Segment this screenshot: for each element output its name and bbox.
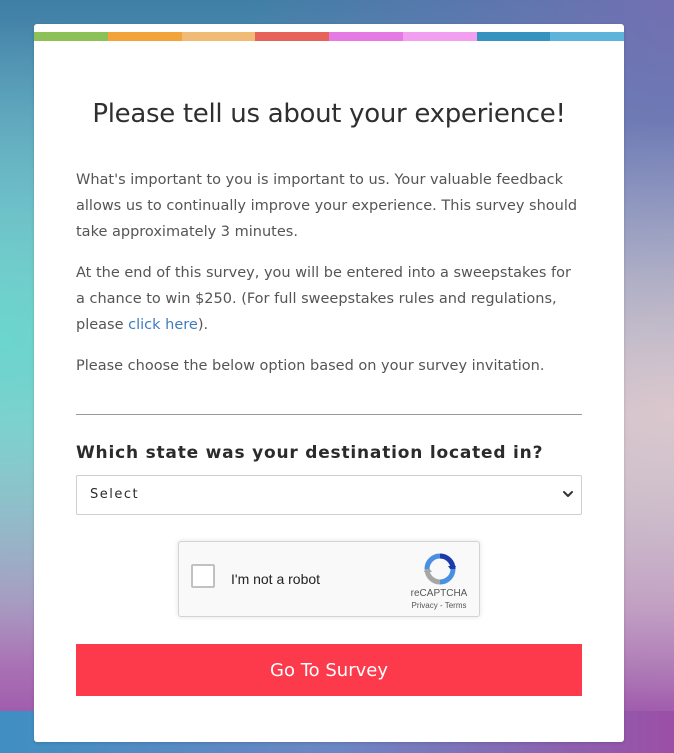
- sweepstakes-rules-link[interactable]: click here: [128, 317, 198, 333]
- select-value: Select: [90, 487, 140, 502]
- color-stripe: [476, 32, 551, 41]
- recaptcha-brand: reCAPTCHA: [410, 588, 468, 599]
- survey-card: Please tell us about your experience! Wh…: [34, 24, 624, 742]
- destination-state-question: Which state was your destination located…: [76, 443, 544, 463]
- sweepstakes-text: At the end of this survey, you will be e…: [76, 260, 582, 338]
- page-title: Please tell us about your experience!: [92, 99, 566, 129]
- card-content: Please tell us about your experience! Wh…: [34, 99, 624, 696]
- recaptcha-separator: -: [437, 601, 445, 610]
- recaptcha-checkbox[interactable]: [191, 564, 215, 588]
- color-stripe: [34, 32, 108, 41]
- recaptcha-privacy-link[interactable]: Privacy: [412, 601, 438, 610]
- recaptcha-legal: Privacy - Terms: [401, 601, 477, 610]
- color-stripe: [402, 32, 477, 41]
- recaptcha-label: I'm not a robot: [231, 571, 321, 587]
- chevron-down-icon: [563, 491, 573, 497]
- recaptcha-terms-link[interactable]: Terms: [445, 601, 467, 610]
- color-stripe: [550, 32, 624, 41]
- sweepstakes-text-end: ).: [197, 317, 209, 333]
- color-stripe-bar: [34, 32, 624, 41]
- color-stripe: [255, 32, 329, 41]
- color-stripe: [181, 32, 256, 41]
- divider: [76, 414, 582, 415]
- destination-state-select[interactable]: Select: [76, 475, 582, 515]
- go-to-survey-button[interactable]: Go To Survey: [76, 644, 582, 696]
- color-stripe: [329, 32, 403, 41]
- recaptcha-logo-icon: [424, 553, 456, 585]
- recaptcha-widget: I'm not a robot reCAPTCHA Privacy - Term…: [178, 541, 480, 617]
- color-stripe: [107, 32, 182, 41]
- intro-text: What's important to you is important to …: [76, 172, 578, 240]
- instructions-text: Please choose the below option based on …: [76, 358, 545, 374]
